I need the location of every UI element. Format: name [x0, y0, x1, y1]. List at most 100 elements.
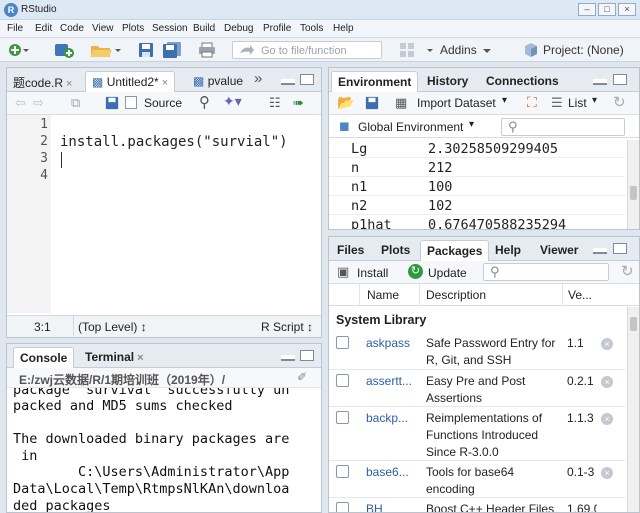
table-row[interactable]: n1 100 — [329, 178, 625, 196]
table-row[interactable]: n 212 — [329, 159, 625, 177]
package-name[interactable]: askpass — [366, 336, 410, 350]
tab-plots[interactable]: Plots — [375, 240, 416, 261]
menu-tools[interactable]: Tools — [300, 23, 323, 34]
back-arrow-icon[interactable]: ⇦ — [15, 95, 26, 111]
tab-untitled2[interactable]: ▩ Untitled2* × — [85, 71, 176, 92]
tab-viewer[interactable]: Viewer — [534, 240, 584, 261]
maximize-pane-button[interactable] — [613, 74, 627, 85]
maximize-window-button[interactable]: □ — [598, 3, 616, 16]
filetype-selector[interactable]: R Script ↕ — [261, 320, 313, 334]
save-icon[interactable] — [105, 96, 119, 110]
remove-package-icon[interactable]: × — [601, 376, 613, 388]
refresh-icon[interactable]: ↻ — [613, 93, 626, 111]
print-icon[interactable] — [198, 42, 216, 58]
package-name[interactable]: base6... — [366, 465, 409, 479]
table-row[interactable]: n2 102 — [329, 197, 625, 215]
maximize-pane-button[interactable] — [300, 350, 314, 361]
wand-icon[interactable]: ✦▾ — [223, 93, 242, 110]
remove-package-icon[interactable]: × — [601, 413, 613, 425]
remove-package-icon[interactable]: × — [601, 338, 613, 350]
tab-connections[interactable]: Connections — [480, 71, 565, 92]
code-editor[interactable]: install.packages("survial") — [51, 115, 321, 313]
package-name[interactable]: backp... — [366, 411, 408, 425]
column-name[interactable]: Name — [367, 288, 399, 302]
menu-edit[interactable]: Edit — [35, 23, 52, 34]
package-name[interactable]: BH — [366, 502, 383, 512]
menu-session[interactable]: Session — [152, 23, 188, 34]
scope-selector[interactable]: (Top Level) ↕ — [78, 320, 147, 334]
menu-view[interactable]: View — [92, 23, 114, 34]
packages-scrollbar[interactable] — [627, 307, 639, 512]
source-on-save-checkbox[interactable] — [125, 96, 137, 109]
close-icon[interactable]: × — [162, 77, 168, 89]
close-window-button[interactable]: × — [618, 3, 636, 16]
tab-code-r[interactable]: 题code.R × — [7, 71, 78, 92]
project-menu[interactable]: Project: (None) — [543, 43, 624, 57]
minimize-pane-button[interactable] — [281, 355, 295, 361]
open-file-icon[interactable] — [90, 42, 122, 58]
scroll-thumb[interactable] — [630, 186, 637, 200]
package-checkbox[interactable] — [336, 336, 349, 349]
package-checkbox[interactable] — [336, 411, 349, 424]
show-in-window-icon[interactable]: ⧉ — [71, 95, 80, 111]
menu-plots[interactable]: Plots — [122, 23, 144, 34]
outline-icon[interactable]: ☷ — [269, 95, 281, 111]
environment-search-input[interactable]: ⚲ — [501, 118, 625, 136]
more-tabs-button[interactable]: » — [254, 70, 262, 87]
forward-arrow-icon[interactable]: ⇨ — [33, 95, 44, 111]
tab-console[interactable]: Console — [13, 347, 75, 368]
remove-package-icon[interactable]: × — [601, 467, 613, 479]
save-icon[interactable] — [365, 96, 379, 110]
packages-search-input[interactable]: ⚲ — [483, 263, 609, 281]
view-mode-menu[interactable]: List — [568, 96, 587, 110]
menu-profile[interactable]: Profile — [263, 23, 291, 34]
save-icon[interactable] — [138, 42, 154, 58]
package-checkbox[interactable] — [336, 374, 349, 387]
tab-pvalue[interactable]: ▩ pvalue — [187, 71, 249, 92]
tab-packages[interactable]: Packages — [420, 240, 490, 261]
maximize-pane-button[interactable] — [300, 74, 314, 85]
tab-help[interactable]: Help — [489, 240, 527, 261]
tab-terminal[interactable]: Terminal × — [79, 347, 150, 368]
menu-build[interactable]: Build — [193, 23, 215, 34]
minimize-window-button[interactable]: – — [578, 3, 596, 16]
menu-help[interactable]: Help — [333, 23, 354, 34]
load-workspace-icon[interactable]: 📂 — [337, 94, 354, 111]
scroll-thumb[interactable] — [630, 317, 637, 331]
pane-layout-icon[interactable] — [398, 42, 438, 58]
environment-selector[interactable]: Global Environment — [358, 120, 463, 134]
clear-console-icon[interactable]: ✐ — [297, 370, 307, 384]
menu-code[interactable]: Code — [60, 23, 84, 34]
package-checkbox[interactable] — [336, 502, 349, 512]
close-icon[interactable]: × — [66, 78, 72, 90]
new-file-icon[interactable] — [8, 42, 30, 58]
console-output[interactable]: package 'survival' successfully un packe… — [7, 388, 321, 512]
tab-files[interactable]: Files — [331, 240, 370, 261]
package-name[interactable]: assertt... — [366, 374, 412, 388]
minimize-pane-button[interactable] — [593, 248, 607, 254]
working-directory[interactable]: E:/zwj云数据/R/1期培训班（2019年）/ — [19, 371, 225, 388]
save-all-icon[interactable] — [162, 42, 182, 58]
maximize-pane-button[interactable] — [613, 243, 627, 254]
menu-file[interactable]: File — [7, 23, 23, 34]
table-row[interactable]: Lg 2.30258509299405 — [329, 140, 625, 158]
menu-debug[interactable]: Debug — [224, 23, 253, 34]
table-row[interactable]: p1hat 0.676470588235294 — [329, 216, 625, 229]
run-icon[interactable]: ➠ — [293, 95, 304, 111]
environment-scrollbar[interactable] — [627, 140, 639, 229]
update-button[interactable]: Update — [428, 266, 467, 280]
close-icon[interactable]: × — [137, 352, 143, 364]
install-button[interactable]: Install — [357, 266, 388, 280]
minimize-pane-button[interactable] — [281, 79, 295, 85]
minimize-pane-button[interactable] — [593, 79, 607, 85]
tab-history[interactable]: History — [421, 71, 474, 92]
broom-icon[interactable]: ⛶ — [527, 94, 537, 111]
refresh-icon[interactable]: ↻ — [621, 262, 634, 280]
import-dataset-button[interactable]: Import Dataset — [417, 96, 496, 110]
goto-file-input[interactable]: Go to file/function — [232, 41, 382, 59]
new-project-icon[interactable] — [54, 42, 76, 58]
package-checkbox[interactable] — [336, 465, 349, 478]
tab-environment[interactable]: Environment — [331, 71, 419, 92]
search-icon[interactable]: ⚲ — [199, 93, 210, 111]
column-description[interactable]: Description — [426, 288, 486, 302]
